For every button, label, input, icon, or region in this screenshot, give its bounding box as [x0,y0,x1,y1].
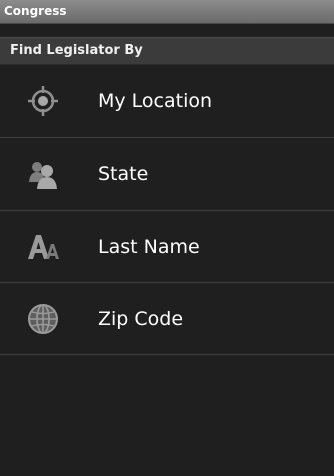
title-bar: Congress [0,0,334,24]
menu-item-state[interactable]: State [0,138,334,211]
screen: Congress Find Legislator By My Location [0,0,334,476]
section-header-label: Find Legislator By [10,43,143,58]
letters-aa-icon [26,230,60,264]
menu-item-label: Last Name [98,236,200,258]
menu-item-label: Zip Code [98,308,184,330]
menu-item-last-name[interactable]: Last Name [0,211,334,283]
menu-item-label: State [98,163,149,185]
section-header: Find Legislator By [0,37,334,65]
menu-item-label: My Location [98,90,213,112]
menu-list: My Location State Last Name Zip Code [0,65,334,355]
menu-item-zip-code[interactable]: Zip Code [0,283,334,355]
globe-icon [26,302,60,336]
location-target-icon [26,84,60,118]
people-icon [26,157,60,191]
menu-item-my-location[interactable]: My Location [0,65,334,138]
app-title: Congress [4,4,67,18]
